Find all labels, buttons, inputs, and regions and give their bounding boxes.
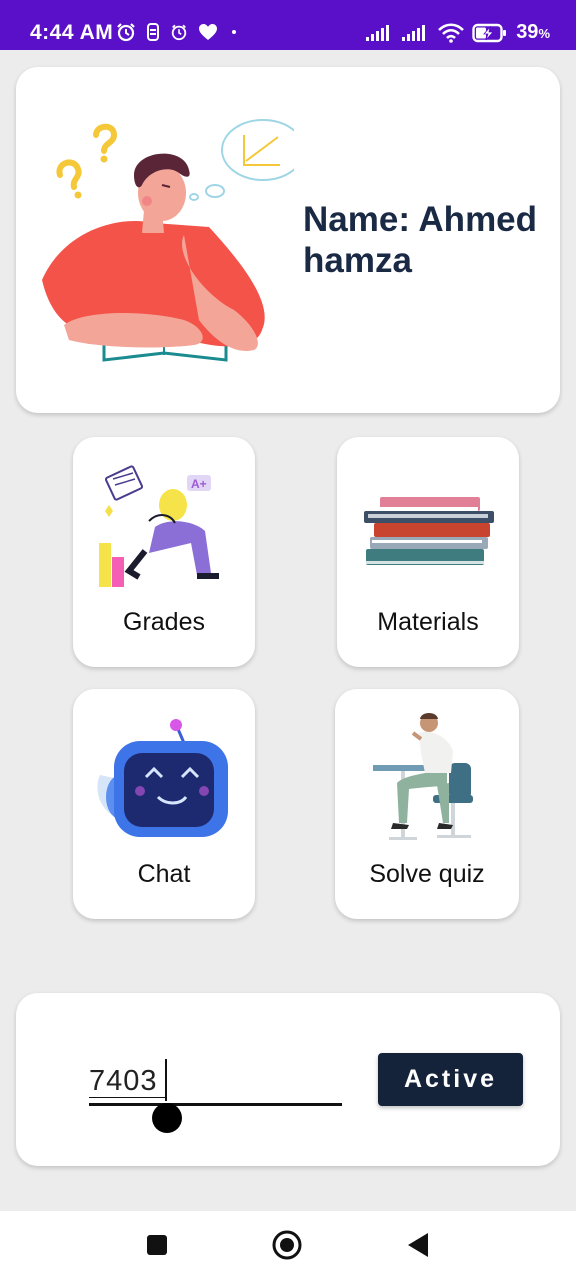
selection-underline — [89, 1097, 165, 1098]
robot-chat-illustration — [97, 719, 228, 837]
student-desk-illustration — [373, 713, 473, 840]
chat-label: Chat — [137, 860, 191, 888]
recents-square-icon[interactable] — [146, 1234, 168, 1256]
activation-card: 7403 Active — [16, 993, 560, 1166]
vpn-icon — [147, 23, 159, 41]
status-time: 4:44 AM — [30, 21, 114, 44]
code-input[interactable]: 7403 — [89, 1057, 342, 1133]
active-button[interactable]: Active — [378, 1053, 523, 1106]
input-underline — [89, 1103, 342, 1106]
home-circle-icon[interactable] — [272, 1230, 302, 1260]
books-stack-illustration — [364, 497, 494, 565]
grades-label: Grades — [123, 608, 205, 636]
system-icons: 39% — [366, 21, 550, 44]
battery-percentage-unit: % — [538, 26, 550, 41]
thinking-student-illustration — [42, 119, 294, 362]
alarm-clock-icon — [117, 23, 135, 42]
dot-icon — [232, 30, 236, 34]
back-triangle-icon[interactable] — [407, 1232, 429, 1258]
materials-label: Materials — [377, 608, 479, 636]
profile-name: Name: Ahmed hamza — [303, 200, 538, 280]
battery-percentage-value: 39 — [516, 21, 539, 43]
grades-illustration: A+ — [99, 465, 219, 587]
heart-icon — [199, 24, 217, 40]
text-cursor — [165, 1059, 167, 1101]
signal-icon — [402, 24, 426, 41]
battery-charging-icon — [472, 23, 507, 42]
cursor-handle[interactable] — [152, 1103, 182, 1133]
chat-card[interactable]: Chat — [73, 689, 255, 919]
navigation-bar — [0, 1211, 576, 1280]
alarm-icon — [171, 24, 187, 41]
battery-percentage: 39% — [516, 21, 550, 44]
svg-text:A+: A+ — [191, 477, 207, 491]
profile-card: Name: Ahmed hamza — [16, 67, 560, 413]
materials-card[interactable]: Materials — [337, 437, 519, 667]
solve-quiz-card[interactable]: Solve quiz — [335, 689, 519, 919]
status-bar: 4:44 AM 39% — [0, 0, 576, 50]
code-input-value: 7403 — [89, 1065, 158, 1097]
grades-card[interactable]: A+ Grades — [73, 437, 255, 667]
wifi-icon — [438, 22, 465, 43]
signal-icon — [366, 24, 390, 41]
solve-quiz-label: Solve quiz — [369, 860, 485, 888]
notification-icons — [116, 22, 240, 42]
